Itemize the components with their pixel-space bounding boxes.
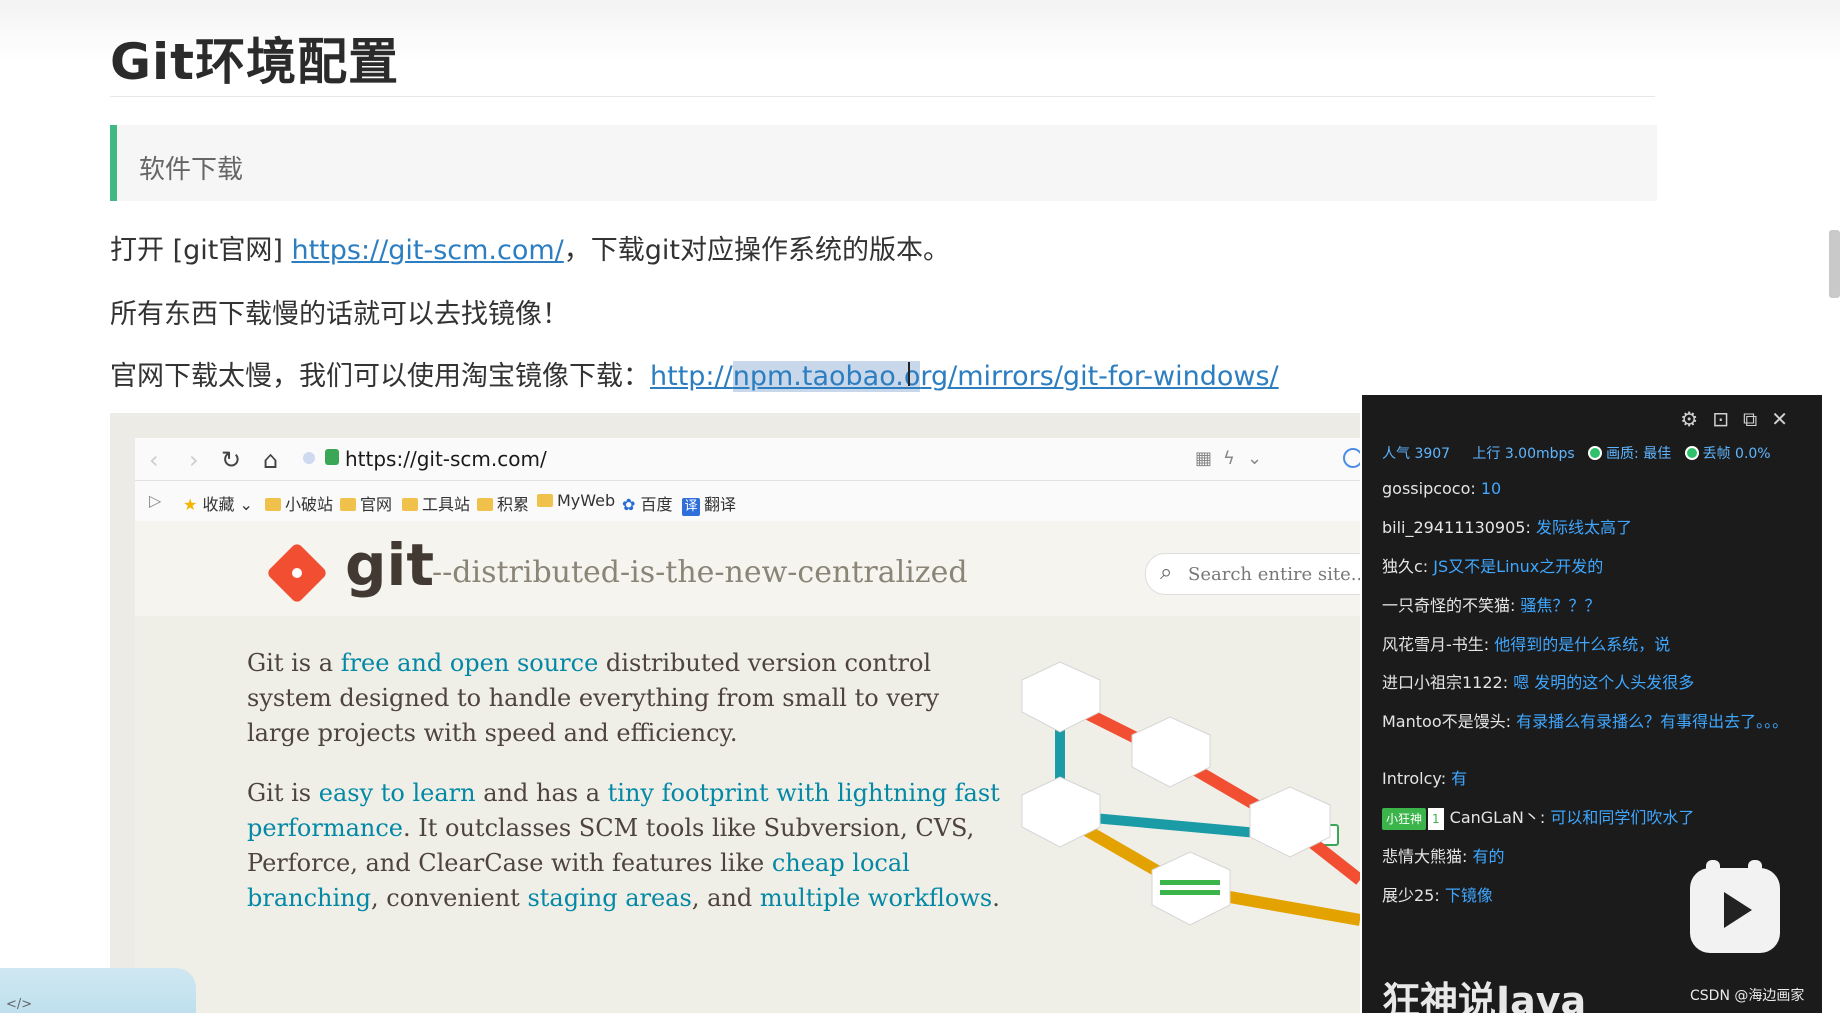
baidu-paw-icon: ✿ xyxy=(622,495,636,514)
scrollbar-thumb[interactable] xyxy=(1829,230,1840,298)
bookmark-folder-4[interactable]: 积累 xyxy=(477,491,529,515)
branching-illustration xyxy=(1021,661,1360,926)
git-site-header: git --distributed-is-the-new-centralized… xyxy=(135,521,1360,616)
callout-text: 软件下载 xyxy=(139,155,244,185)
search-icon: ⌕ xyxy=(1160,560,1173,585)
git-intro-paragraph: Git is a free and open source distribute… xyxy=(247,649,940,747)
popout-icon[interactable]: ⧉ xyxy=(1743,407,1771,431)
bookmark-favorites[interactable]: ★ 收藏 ⌄ xyxy=(183,491,253,515)
status-dot-icon xyxy=(1684,446,1699,460)
home-icon[interactable]: ⌂ xyxy=(263,446,278,474)
chat-message: 独久c: JS又不是Linux之开发的 xyxy=(1382,557,1604,576)
text-cursor xyxy=(908,362,910,386)
git-search-input[interactable]: ⌕ Search entire site... xyxy=(1145,553,1360,595)
free-open-source-link[interactable]: free and open source xyxy=(341,649,599,677)
star-icon: ★ xyxy=(183,495,198,514)
code-icon[interactable]: </> xyxy=(6,997,32,1012)
folder-icon xyxy=(477,498,493,511)
bilibili-play-icon[interactable] xyxy=(1690,868,1780,953)
address-url[interactable]: https://git-scm.com/ xyxy=(345,447,547,471)
adblock-icon[interactable] xyxy=(1343,448,1360,468)
fan-badge-level: 1 xyxy=(1428,808,1444,830)
bookmark-folder-5[interactable]: MyWeb xyxy=(537,491,615,510)
folder-icon xyxy=(265,498,281,511)
paragraph-download: 打开 [git官网] https://git-scm.com/，下载git对应操… xyxy=(110,228,950,267)
sidebar-toggle-icon[interactable]: ▷ xyxy=(149,491,161,510)
bookmarks-bar: ▷ ★ 收藏 ⌄ 小破站 官网 工具站 积累 MyWeb ✿ 百度 译翻译 xyxy=(135,481,1360,522)
search-placeholder: Search entire site... xyxy=(1188,564,1360,585)
p1-text-before: 打开 [git官网] xyxy=(110,235,292,266)
bookmark-folder-3[interactable]: 工具站 xyxy=(402,491,470,515)
taobao-mirror-link[interactable]: http://npm.taobao.org/mirrors/git-for-wi… xyxy=(650,361,1279,392)
p3-text-before: 官网下载太慢，我们可以使用淘宝镜像下载： xyxy=(110,361,650,392)
git-features-paragraph: Git is easy to learn and has a tiny foot… xyxy=(247,779,1000,912)
chat-message: 小狂神 1 CanGLaN丶: 可以和同学们吹水了 xyxy=(1382,807,1792,830)
qr-icon[interactable]: ▦ xyxy=(1195,448,1212,469)
bookmark-folder-2[interactable]: 官网 xyxy=(340,491,392,515)
bookmark-baidu[interactable]: ✿ 百度 xyxy=(622,491,673,515)
lightning-icon[interactable]: ϟ xyxy=(1223,448,1235,469)
settings-icon[interactable]: ⚙ xyxy=(1680,407,1712,431)
folder-icon xyxy=(402,498,418,511)
git-logo-dot xyxy=(292,568,302,578)
bookmark-folder-1[interactable]: 小破站 xyxy=(265,491,333,515)
git-wordmark[interactable]: git xyxy=(345,531,434,599)
chat-message: 风花雪月-书生: 他得到的是什么系统，说 xyxy=(1382,635,1671,654)
chat-message: Mantoo不是馒头: 有录播么有录播么？有事得出去了。。。 xyxy=(1382,712,1789,731)
paragraph-taobao: 官网下载太慢，我们可以使用淘宝镜像下载：http://npm.taobao.or… xyxy=(110,354,1279,393)
stream-watermark: 狂神说Java xyxy=(1382,979,1587,1013)
chat-message: bili_29411130905: 发际线太高了 xyxy=(1382,518,1632,537)
folder-icon xyxy=(537,494,553,507)
forward-icon[interactable]: › xyxy=(189,446,199,474)
back-icon[interactable]: ‹ xyxy=(149,446,159,474)
chevron-down-icon[interactable]: ⌄ xyxy=(1247,448,1262,469)
folder-icon xyxy=(340,498,356,511)
chat-message: 一只奇怪的不笑猫: 骚焦？？？ xyxy=(1382,596,1601,615)
translate-icon: 译 xyxy=(682,498,700,516)
chat-message: 进口小祖宗1122: 嗯 发明的这个人头发很多 xyxy=(1382,673,1695,692)
browser-address-bar: ‹ › ↻ ⌂ https://git-scm.com/ ▦ ϟ ⌄ xyxy=(135,438,1360,481)
reload-icon[interactable]: ↻ xyxy=(221,446,241,474)
page-title: Git环境配置 xyxy=(110,33,400,91)
stream-stats: 人气 3907 上行 3.00mbps 画质: 最佳 丢帧 0.0% xyxy=(1382,446,1771,462)
easy-to-learn-link[interactable]: easy to learn xyxy=(319,779,476,807)
chat-message: 悲情大熊猫: 有的 xyxy=(1382,847,1505,866)
staging-areas-link[interactable]: staging areas xyxy=(527,884,691,912)
fan-badge: 小狂神 xyxy=(1382,808,1427,830)
csdn-watermark: CSDN @海边画家 xyxy=(1690,988,1805,1004)
bookmark-translate[interactable]: 译翻译 xyxy=(682,491,736,516)
site-favicon xyxy=(303,452,315,464)
close-icon[interactable]: ✕ xyxy=(1771,407,1802,431)
status-dot-icon xyxy=(1588,446,1603,460)
chat-message: Introlcy: 有 xyxy=(1382,769,1468,788)
lock-icon[interactable]: ⊡ xyxy=(1712,407,1743,431)
lock-icon xyxy=(325,449,339,465)
chat-message: gossipcoco: 10 xyxy=(1382,479,1502,498)
title-divider xyxy=(110,96,1655,97)
paragraph-mirror-tip: 所有东西下载慢的话就可以去找镜像！ xyxy=(110,299,569,330)
multiple-workflows-link[interactable]: multiple workflows xyxy=(760,884,992,912)
git-official-link[interactable]: https://git-scm.com/ xyxy=(291,235,563,266)
git-tagline: --distributed-is-the-new-centralized xyxy=(432,555,968,590)
p1-text-after: ，下载git对应操作系统的版本。 xyxy=(563,235,951,266)
callout-blockquote: 软件下载 xyxy=(110,125,1657,201)
chat-controls: ⚙⊡⧉✕ xyxy=(1680,407,1802,431)
